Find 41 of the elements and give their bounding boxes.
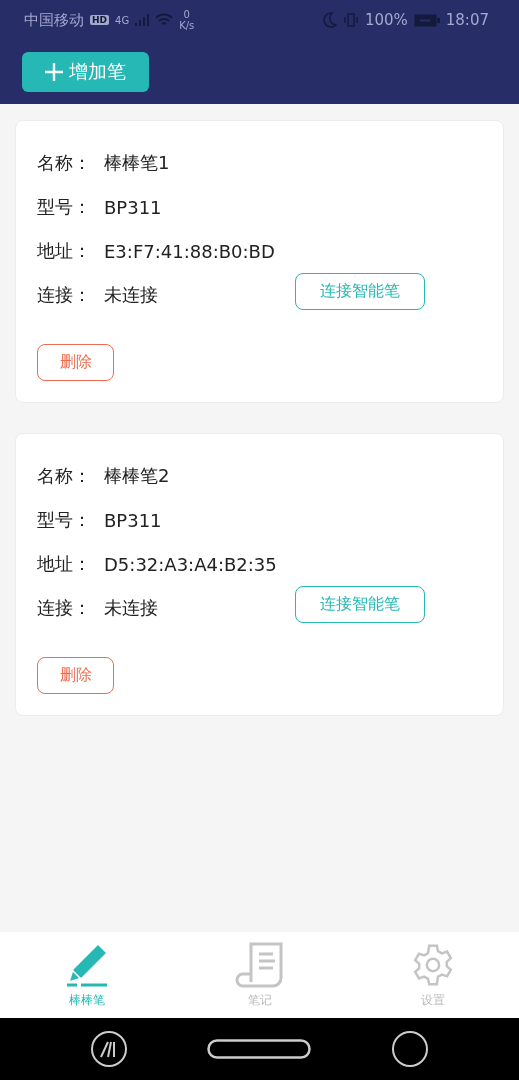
- delete-button[interactable]: 删除: [37, 657, 114, 694]
- signal-icon: [135, 14, 150, 26]
- carrier-name: 中国移动: [24, 10, 84, 30]
- scroll-document-icon: [234, 941, 285, 988]
- circle-icon[interactable]: [391, 1030, 430, 1068]
- network-type: 4G: [115, 14, 130, 26]
- battery-percent: 100%: [364, 11, 408, 29]
- field-value: 棒棒笔1: [104, 151, 171, 175]
- connect-pen-button[interactable]: 连接智能笔: [295, 585, 425, 623]
- nav-tab[interactable]: 棒棒笔: [0, 932, 173, 1018]
- wifi-icon: [155, 13, 174, 27]
- speed-value: 0: [183, 9, 190, 20]
- plus-icon: [45, 63, 63, 81]
- vibrate-icon: [342, 12, 359, 28]
- clock-time: 18:07: [445, 11, 489, 29]
- field-label: 地址：: [37, 552, 92, 576]
- field-value: 棒棒笔2: [104, 464, 171, 488]
- connect-pen-button[interactable]: 连接智能笔: [295, 272, 425, 310]
- field-value: 未连接: [104, 283, 159, 307]
- home-pill-icon[interactable]: [207, 1039, 312, 1059]
- field-label: 连接：: [37, 283, 92, 307]
- moon-icon: [322, 12, 337, 28]
- app-switch-icon[interactable]: [89, 1030, 128, 1068]
- field-value: E3:F7:41:88:B0:BD: [104, 240, 276, 262]
- speed-unit: K/s: [179, 20, 195, 31]
- field-value: D5:32:A3:A4:B2:35: [104, 553, 278, 575]
- field-label: 型号：: [37, 508, 92, 532]
- hd-badge: HD: [90, 15, 109, 25]
- field-label: 地址：: [37, 239, 92, 263]
- nav-tab[interactable]: 笔记: [173, 932, 346, 1018]
- add-pen-button[interactable]: 增加笔: [22, 52, 149, 92]
- field-label: 连接：: [37, 596, 92, 620]
- field-value: BP311: [104, 509, 163, 531]
- nav-tab[interactable]: 设置: [346, 932, 519, 1018]
- field-label: 名称：: [37, 464, 92, 488]
- delete-button[interactable]: 删除: [37, 344, 114, 381]
- field-value: BP311: [104, 196, 163, 218]
- field-value: 未连接: [104, 596, 159, 620]
- field-label: 型号：: [37, 195, 92, 219]
- battery-icon: [413, 13, 440, 27]
- field-label: 名称：: [37, 151, 92, 175]
